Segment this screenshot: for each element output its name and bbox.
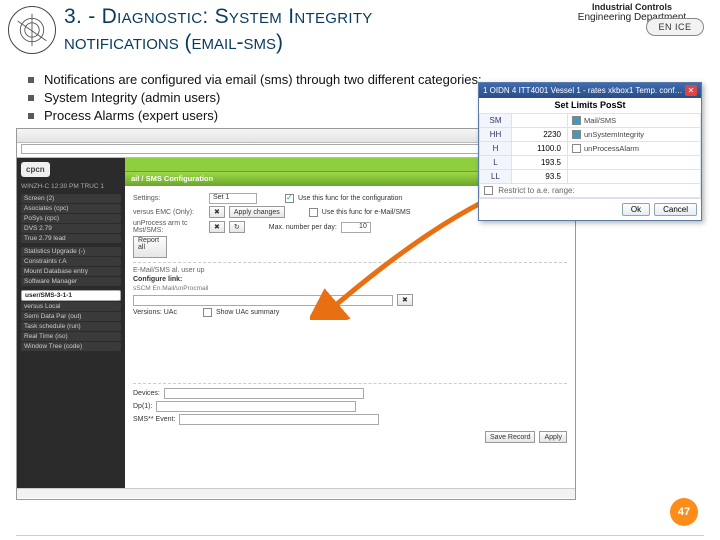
sms-checkbox[interactable] (572, 144, 581, 153)
sidebar-item[interactable]: Constraints r.A (21, 257, 121, 266)
apply-button[interactable]: Apply (539, 431, 567, 443)
footer-rule (16, 535, 704, 536)
header-right-line1: Industrial Controls (552, 2, 712, 12)
max-per-day-value[interactable]: 10 (341, 222, 371, 233)
range-checkbox[interactable] (484, 186, 493, 195)
taskbar-text: WINZH-C 12:30 PM TRUC 1 (21, 183, 121, 190)
table-row: LL93.5 (480, 170, 701, 184)
close-icon[interactable]: ✕ (685, 85, 697, 96)
process-alarm-label: unProcess arm tc Mst/SMS: (133, 220, 205, 234)
sidebar-item[interactable]: Mount Database entry (21, 267, 121, 276)
table-row: L193.5 (480, 156, 701, 170)
sidebar: cpcn WINZH-C 12:30 PM TRUC 1 Screen (2) … (17, 158, 125, 488)
dialog-title: 1 OIDN 4 ITT4001 Vessel 1 - rates xkbox1… (483, 86, 683, 95)
checkbox-show-summary[interactable] (203, 308, 212, 317)
sidebar-item[interactable]: Task schedule (run) (21, 322, 121, 331)
table-row: H1100.0unProcessAlarm (480, 142, 701, 156)
sidebar-item[interactable]: Real Time (iso) (21, 332, 121, 341)
enice-logo: EN ICE (646, 18, 704, 36)
table-row: Restrict to a.e. range: (480, 184, 701, 198)
sms-checkbox[interactable] (572, 130, 581, 139)
sms-checkbox[interactable] (572, 116, 581, 125)
cancel-button[interactable]: Cancel (654, 203, 697, 216)
sidebar-item[interactable]: Asociates (cpc) (21, 204, 121, 213)
max-per-day-label: Max. number per day: (269, 224, 337, 231)
link-input[interactable] (133, 295, 393, 306)
sidebar-item[interactable]: versus Local (21, 302, 121, 311)
sidebar-item[interactable]: True 2.79 lead (21, 234, 121, 243)
set-limits-dialog: 1 OIDN 4 ITT4001 Vessel 1 - rates xkbox1… (478, 82, 702, 221)
checkbox-label: Show UAc summary (216, 309, 279, 316)
sidebar-item-selected[interactable]: user/SMS-3-1-1 (21, 290, 121, 301)
checkbox-email-sms[interactable] (309, 208, 318, 217)
slide-title-line1: 3. - Diagnostic: System Integrity (64, 5, 373, 28)
field-label: SMS** Event: (133, 416, 175, 423)
sidebar-item[interactable]: Software Manager (21, 277, 121, 286)
section-header: E-Mail/SMS al. user up (133, 267, 205, 274)
field-label: Dp(1): (133, 403, 152, 410)
sidebar-item[interactable]: Window Tree (code) (21, 342, 121, 351)
sidebar-item[interactable]: PoSys (cpc) (21, 214, 121, 223)
remove-button[interactable]: ✖ (397, 294, 413, 306)
report-all-button[interactable]: Report all (133, 236, 167, 258)
delete-button[interactable]: ✖ (209, 206, 225, 218)
versions-label: Versions: UAc (133, 309, 177, 316)
settings-select[interactable]: Set 1 (209, 193, 257, 204)
limits-table: SMMail/SMS HH2230unSystemIntegrity H1100… (479, 113, 701, 198)
table-row: HH2230unSystemIntegrity (480, 128, 701, 142)
emc-label: versus EMC (Only): (133, 209, 205, 216)
table-row: SMMail/SMS (480, 114, 701, 128)
checkbox-label: Use this func for the configuration (298, 195, 402, 202)
delete-button[interactable]: ✖ (209, 221, 225, 233)
sidebar-item[interactable]: DVS 2.79 (21, 224, 121, 233)
sms-event-input[interactable] (179, 414, 379, 425)
slide-title-line2: notifications (email-sms) (64, 31, 283, 54)
devices-input[interactable] (164, 388, 364, 399)
range-label: Restrict to a.e. range: (498, 186, 574, 195)
cern-logo (8, 6, 56, 54)
dialog-subtitle: Set Limits PosSt (479, 98, 701, 113)
sidebar-logo: cpcn (21, 162, 50, 177)
sidebar-item[interactable]: Statistics Upgrade (-) (21, 247, 121, 256)
checkbox-use-config[interactable] (285, 194, 294, 203)
checkbox-label: Use this func for e-Mail/SMS (322, 209, 411, 216)
link-label: sSCM En.Mail/unProcmail (133, 285, 233, 292)
apply-changes-button[interactable]: Apply changes (229, 206, 285, 218)
refresh-button[interactable]: ↻ (229, 221, 245, 233)
sidebar-item[interactable]: Screen (2) (21, 194, 121, 203)
field-label: Devices: (133, 390, 160, 397)
sidebar-item[interactable]: Semi Data Par (out) (21, 312, 121, 321)
section-header: Configure link: (133, 276, 182, 283)
settings-label: Settings: (133, 195, 205, 202)
page-number-badge: 47 (670, 498, 698, 526)
dp-input[interactable] (156, 401, 356, 412)
save-record-button[interactable]: Save Record (485, 431, 535, 443)
ok-button[interactable]: Ok (622, 203, 650, 216)
